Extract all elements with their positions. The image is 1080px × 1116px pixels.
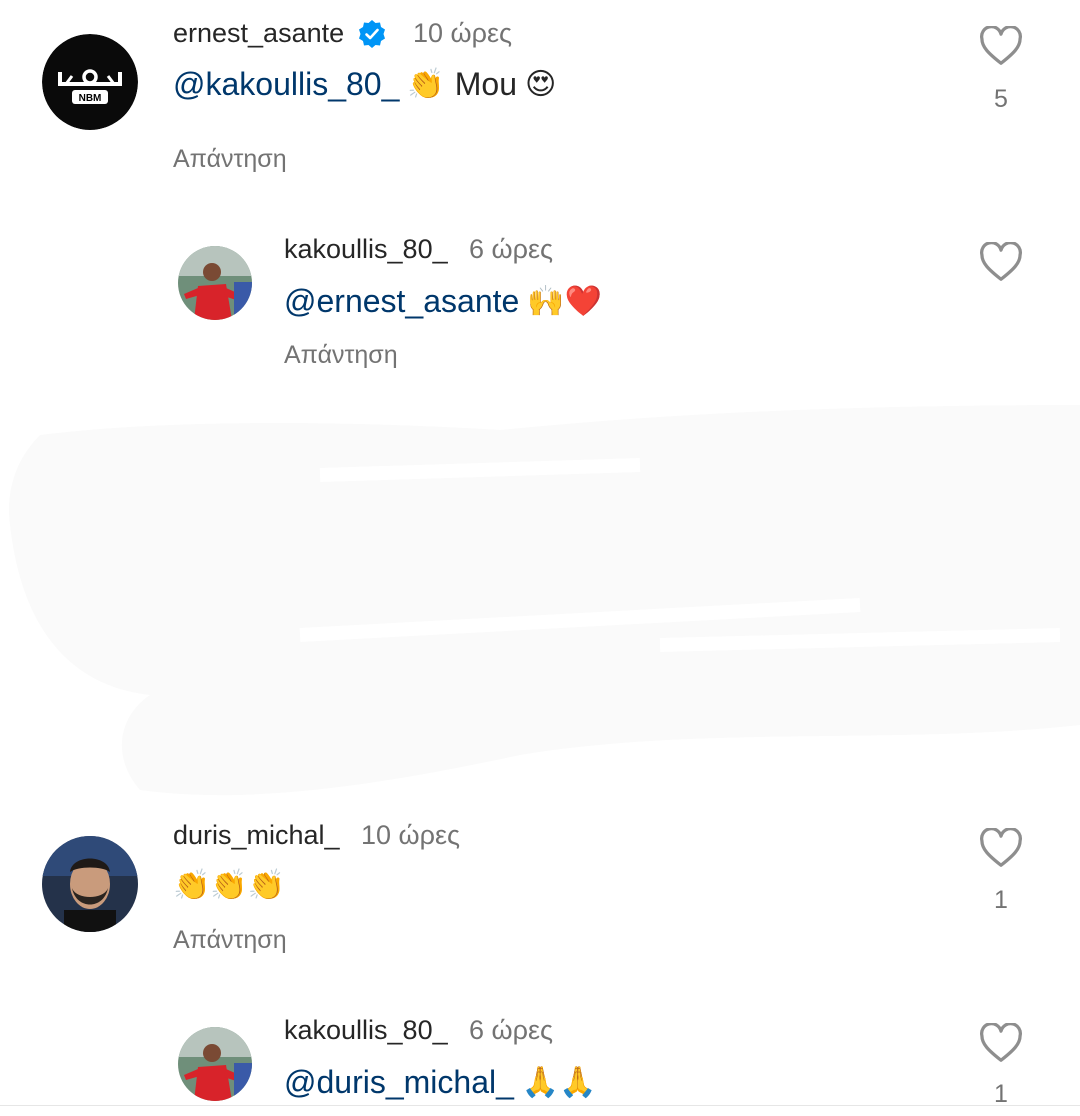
heart-outline-icon[interactable] [979,1023,1023,1063]
comment-word: Mou [454,66,517,102]
avatar-logo-text: NBM [79,93,102,104]
comment-time: 10 ώρες [361,820,461,850]
verified-badge-icon [357,19,387,49]
avatar-kakoullis[interactable] [178,1027,252,1101]
clap-emoji: 👏 [407,67,445,102]
heart-eyes-emoji: 😍 [525,67,557,102]
like-count: 5 [994,85,1008,113]
comment-text: @duris_michal_ 🙏🙏 [284,1064,597,1101]
heart-outline-icon[interactable] [979,828,1023,868]
heart-outline-icon[interactable] [979,242,1023,282]
comment-text: @ernest_asante 🙌❤️ [284,283,602,320]
avatar-duris-michal[interactable] [42,836,138,932]
comment-text: 👏👏👏 [165,868,285,903]
mention-link[interactable]: @duris_michal_ [284,1064,514,1101]
like-count: 1 [994,886,1008,914]
bottom-divider [0,1105,1080,1116]
folded-hands-emoji: 🙏🙏 [521,1065,597,1100]
username[interactable]: kakoullis_80_ [284,234,448,265]
avatar-ernest-asante[interactable]: NBM [42,34,138,130]
redacted-area [0,395,1080,815]
username[interactable]: kakoullis_80_ [284,1015,448,1046]
heart-outline-icon[interactable] [979,26,1023,66]
username[interactable]: ernest_asante [173,18,344,49]
reply-button[interactable]: Απάντηση [284,341,398,370]
reply-button[interactable]: Απάντηση [173,145,287,174]
mention-link[interactable]: @ernest_asante [284,283,519,320]
comment-time: 6 ώρες [469,234,554,264]
clap-emoji: 👏👏👏 [173,868,286,903]
username[interactable]: duris_michal_ [173,820,340,851]
comment-time: 10 ώρες [413,18,513,48]
mention-link[interactable]: @kakoullis_80_ [173,66,399,103]
raised-hands-heart-emoji: 🙌❤️ [527,284,603,319]
avatar-kakoullis[interactable] [178,246,252,320]
comment-time: 6 ώρες [469,1015,554,1045]
comment-text: @kakoullis_80_ 👏 Mou 😍 [173,66,556,103]
reply-button[interactable]: Απάντηση [173,926,287,955]
